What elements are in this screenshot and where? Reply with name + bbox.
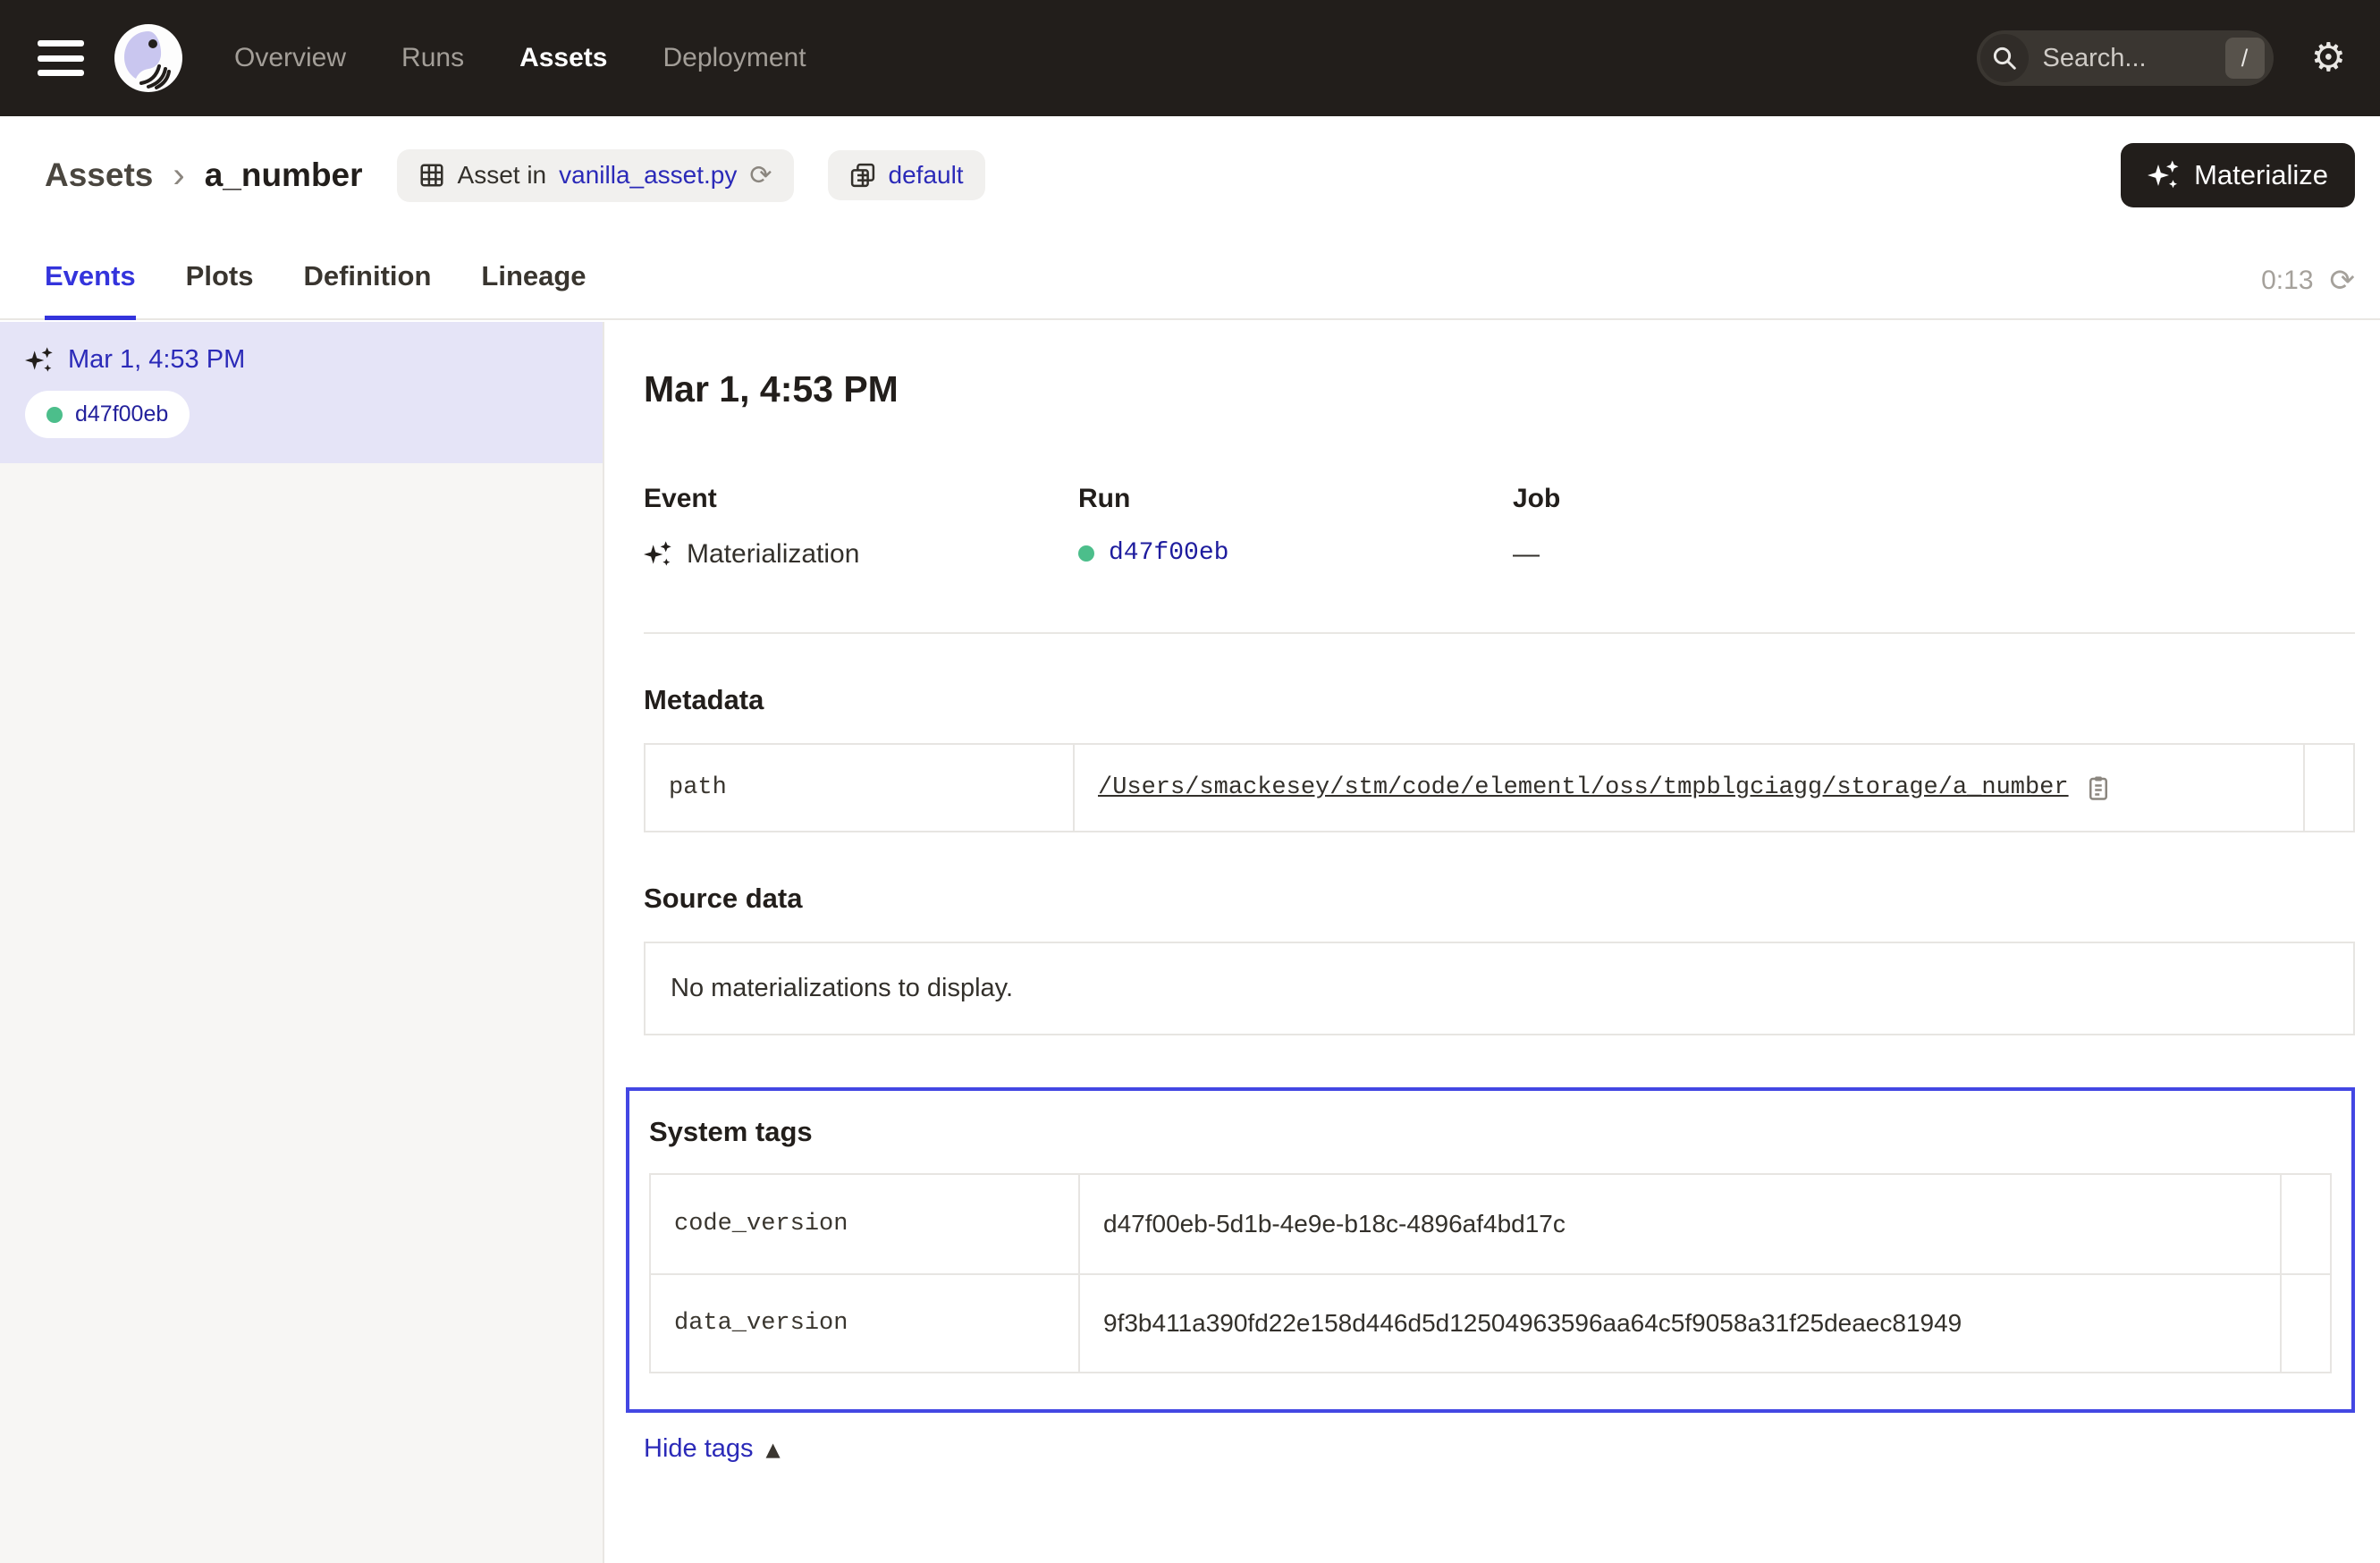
tab-definition[interactable]: Definition <box>303 260 431 320</box>
dagster-logo[interactable] <box>114 24 182 92</box>
asset-definition-badge: Asset in vanilla_asset.py ⟳ <box>397 149 794 202</box>
sparkles-icon <box>2148 159 2180 191</box>
source-data-heading: Source data <box>644 883 2355 915</box>
search-icon <box>1980 34 2029 82</box>
nav-item-assets[interactable]: Assets <box>519 43 607 73</box>
asset-group-icon <box>849 162 876 189</box>
tag-key: data_version <box>651 1275 1078 1372</box>
nav-item-overview[interactable]: Overview <box>234 43 346 73</box>
metadata-heading: Metadata <box>644 684 2355 716</box>
materialize-button[interactable]: Materialize <box>2121 143 2355 207</box>
system-tags-heading: System tags <box>649 1116 2332 1148</box>
table-row: code_version d47f00eb-5d1b-4e9e-b18c-489… <box>651 1175 2330 1273</box>
table-row: path /Users/smackesey/stm/code/elementl/… <box>646 745 2353 831</box>
tab-lineage[interactable]: Lineage <box>481 260 586 320</box>
copy-icon[interactable] <box>2085 774 2112 801</box>
search-shortcut-badge: / <box>2225 38 2265 79</box>
materialize-button-label: Materialize <box>2194 159 2328 191</box>
top-bar: Overview Runs Assets Deployment / ⚙ <box>0 0 2380 116</box>
breadcrumb-assets-link[interactable]: Assets <box>45 156 153 194</box>
run-pill-label: d47f00eb <box>75 401 168 427</box>
menu-icon[interactable] <box>38 40 84 76</box>
job-column-label: Job <box>1513 484 2355 514</box>
nav-item-runs[interactable]: Runs <box>401 43 464 73</box>
materialization-sparkles-icon <box>25 346 54 375</box>
event-detail-title: Mar 1, 4:53 PM <box>644 368 2355 410</box>
metadata-key: path <box>646 745 1073 831</box>
asset-grid-icon <box>418 162 445 189</box>
run-column-label: Run <box>1078 484 1513 514</box>
primary-nav: Overview Runs Assets Deployment <box>234 43 806 73</box>
settings-gear-icon[interactable]: ⚙ <box>2311 38 2346 78</box>
hide-tags-label: Hide tags <box>644 1434 754 1464</box>
page-header: Assets › a_number Asset in vanilla_asset… <box>0 116 2380 320</box>
reload-code-location-icon[interactable]: ⟳ <box>749 160 772 191</box>
run-status-dot <box>1078 545 1094 562</box>
table-row: data_version 9f3b411a390fd22e158d446d5d1… <box>651 1273 2330 1372</box>
tab-events[interactable]: Events <box>45 260 136 320</box>
event-summary: Event Materialization Run d47f00eb J <box>644 484 2355 570</box>
metadata-table: path /Users/smackesey/stm/code/elementl/… <box>644 743 2355 832</box>
hide-tags-button[interactable]: Hide tags ▲ <box>644 1434 781 1464</box>
search-input[interactable] <box>2029 44 2225 73</box>
caret-up-icon: ▲ <box>766 1439 781 1460</box>
event-list-item[interactable]: Mar 1, 4:53 PM d47f00eb <box>0 322 603 463</box>
tag-row-action-cell <box>2280 1275 2330 1372</box>
asset-group-badge: default <box>828 150 985 200</box>
event-detail-pane: Mar 1, 4:53 PM Event Materialization Run… <box>606 322 2380 1563</box>
tab-plots[interactable]: Plots <box>186 260 254 320</box>
event-timestamp-link[interactable]: Mar 1, 4:53 PM <box>68 345 245 375</box>
event-list-sidebar: Mar 1, 4:53 PM d47f00eb <box>0 322 604 1563</box>
run-id-pill[interactable]: d47f00eb <box>25 391 190 438</box>
nav-item-deployment[interactable]: Deployment <box>663 43 806 73</box>
page-title: a_number <box>205 156 363 194</box>
materialization-sparkles-icon <box>644 540 672 569</box>
run-id-link[interactable]: d47f00eb <box>1109 539 1228 567</box>
refresh-countdown-icon[interactable]: ⟳ <box>2330 263 2356 299</box>
asset-file-link[interactable]: vanilla_asset.py <box>559 161 737 190</box>
run-status-dot <box>46 407 63 423</box>
event-type-value: Materialization <box>687 539 859 570</box>
metadata-path-link[interactable]: /Users/smackesey/stm/code/elementl/oss/t… <box>1098 774 2069 801</box>
refresh-countdown: 0:13 <box>2261 266 2313 296</box>
tag-key: code_version <box>651 1175 1078 1273</box>
event-column-label: Event <box>644 484 1078 514</box>
tab-bar: Events Plots Definition Lineage 0:13 ⟳ <box>45 260 2355 320</box>
tag-row-action-cell <box>2280 1175 2330 1273</box>
section-divider <box>644 632 2355 634</box>
breadcrumb-chevron-icon: › <box>173 157 184 193</box>
tag-value: 9f3b411a390fd22e158d446d5d12504963596aa6… <box>1078 1275 2280 1372</box>
job-value: — <box>1513 539 1540 570</box>
system-tags-table: code_version d47f00eb-5d1b-4e9e-b18c-489… <box>649 1173 2332 1373</box>
breadcrumb: Assets › a_number <box>45 156 363 194</box>
asset-badge-prefix: Asset in <box>458 161 547 190</box>
job-column: Job — <box>1513 484 2355 570</box>
system-tags-section: System tags code_version d47f00eb-5d1b-4… <box>626 1087 2355 1413</box>
search-box[interactable]: / <box>1977 30 2274 86</box>
tag-value: d47f00eb-5d1b-4e9e-b18c-4896af4bd17c <box>1078 1175 2280 1273</box>
asset-group-link[interactable]: default <box>889 161 964 190</box>
metadata-row-action-cell <box>2303 745 2353 831</box>
source-data-empty-message: No materializations to display. <box>644 942 2355 1035</box>
run-column: Run d47f00eb <box>1078 484 1513 570</box>
event-column: Event Materialization <box>644 484 1078 570</box>
